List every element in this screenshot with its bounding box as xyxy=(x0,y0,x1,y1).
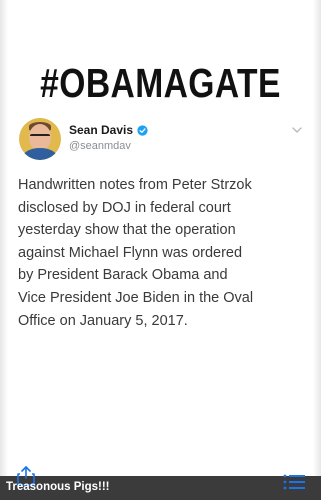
post-frame: #OBAMAGATE Sean Davis @seanmdav Handwrit… xyxy=(0,0,321,500)
tweet-text: Handwritten notes from Peter Strzok disc… xyxy=(18,177,254,329)
display-name[interactable]: Sean Davis xyxy=(69,123,133,137)
name-row: Sean Davis xyxy=(69,123,148,137)
list-icon[interactable] xyxy=(282,472,306,492)
tweet-header: Sean Davis @seanmdav xyxy=(19,118,309,162)
caption-text: Treasonous Pigs!!! xyxy=(6,481,110,493)
chevron-down-icon[interactable] xyxy=(291,124,303,136)
avatar[interactable] xyxy=(19,118,61,160)
user-handle: @seanmdav xyxy=(69,140,131,152)
verified-badge-icon xyxy=(137,124,148,136)
hashtag-headline: #OBAMAGATE xyxy=(40,60,281,106)
